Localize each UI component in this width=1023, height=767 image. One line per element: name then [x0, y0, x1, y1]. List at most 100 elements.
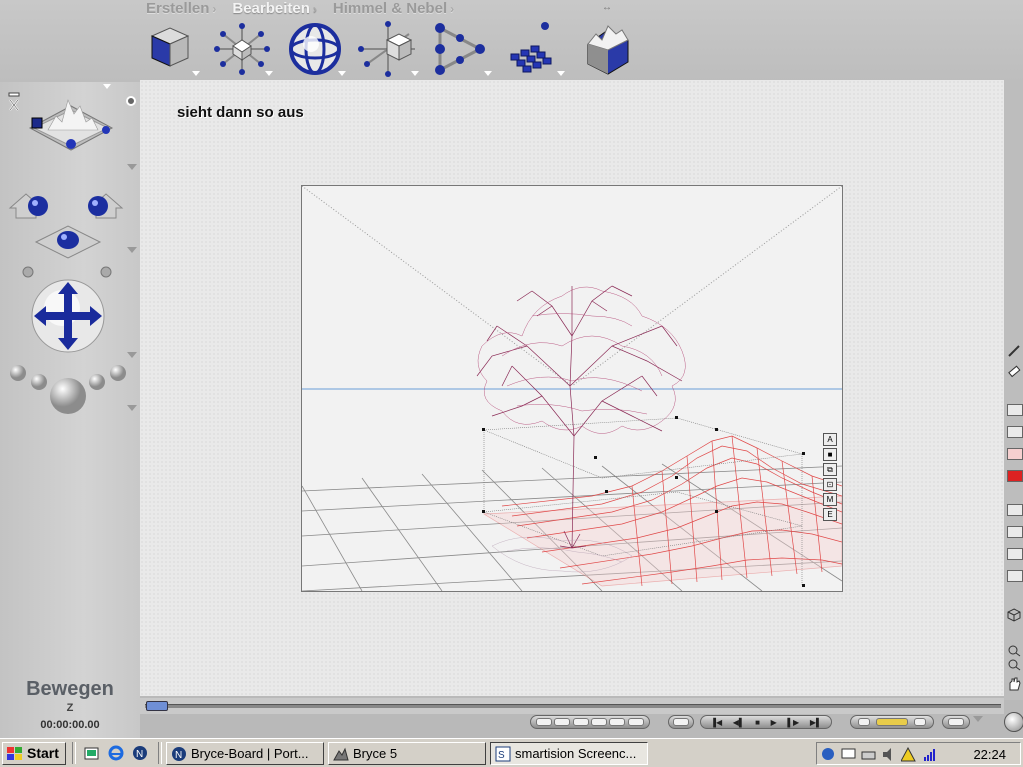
render-preview-button[interactable]: [1007, 404, 1023, 416]
tab-switch-icon[interactable]: ↔: [602, 2, 612, 13]
taskbar-divider: [72, 742, 76, 764]
timeline-scrubber[interactable]: [146, 701, 168, 711]
select-cube-tool[interactable]: [138, 20, 200, 78]
mode-label: Bewegen: [26, 678, 114, 700]
four-way-menu-arrow[interactable]: [127, 352, 137, 358]
brush-icon[interactable]: [1007, 344, 1021, 358]
shadow-mode-button[interactable]: [1007, 548, 1023, 560]
wireframe-mode-button[interactable]: [1007, 504, 1023, 516]
prev-frame-icon[interactable]: ◀▌: [733, 718, 745, 727]
svg-text:N: N: [175, 750, 182, 761]
depth-cue-button[interactable]: [1007, 526, 1023, 538]
remove-key-icon[interactable]: [914, 718, 926, 726]
signal-bars-icon[interactable]: [923, 747, 938, 762]
left-control-panel: Bewegen Z 00:00:00.00: [0, 0, 140, 738]
next-frame-icon[interactable]: ▌▶: [787, 718, 799, 727]
key-controls[interactable]: [850, 715, 934, 729]
edit-button[interactable]: E: [823, 508, 837, 521]
link-button[interactable]: ⧉: [823, 463, 837, 476]
task-smartision[interactable]: S smartision Screenc...: [490, 742, 648, 765]
stop-icon[interactable]: [1007, 470, 1023, 482]
reposition-icon: [358, 21, 415, 77]
camera-viewport[interactable]: A ■ ⧉ ⊡ M E: [301, 185, 843, 592]
eraser-icon[interactable]: [1007, 364, 1021, 378]
memory-dots[interactable]: [530, 715, 650, 729]
task-label: Bryce 5: [353, 746, 398, 761]
align-icon: [435, 23, 485, 75]
add-key-icon[interactable]: [858, 718, 870, 726]
advanced-motion-button[interactable]: [942, 715, 970, 729]
resize-tool[interactable]: [211, 20, 273, 78]
taskbar-divider: [158, 742, 162, 764]
timeline-track: [145, 704, 1001, 708]
animation-timeline[interactable]: [140, 698, 1004, 714]
tab-himmel-nebel[interactable]: Himmel & Nebel: [333, 0, 454, 18]
camera-trackball-icon[interactable]: [26, 92, 116, 164]
group-button[interactable]: ⊡: [823, 478, 837, 491]
download-button[interactable]: [1007, 570, 1023, 582]
top-toolbar: Erstellen Bearbeiten Himmel & Nebel ↔: [0, 0, 1023, 82]
attributes-button[interactable]: A: [823, 433, 837, 446]
move-controls-icon[interactable]: [6, 174, 130, 278]
material-button[interactable]: M: [823, 493, 837, 506]
scene-canvas[interactable]: sieht dann so aus A ■ ⧉ ⊡ M E: [140, 80, 1004, 696]
play-icon[interactable]: ▶: [771, 718, 777, 727]
svg-text:S: S: [498, 750, 505, 761]
view-option-icon[interactable]: [126, 96, 136, 106]
windows-taskbar: Start N N Bryce-Board | Port... Bryce 5 …: [0, 738, 1023, 767]
warning-icon[interactable]: [901, 747, 916, 762]
randomize-tool[interactable]: [503, 20, 565, 78]
terrain-icon: [587, 25, 629, 75]
move-menu-arrow[interactable]: [127, 247, 137, 253]
clock: 22:24: [973, 747, 1006, 762]
playback-controls: ▐◀ ◀▌ ■ ▶ ▌▶ ▶▌: [700, 715, 832, 729]
four-way-move-icon[interactable]: [28, 278, 108, 354]
director-chair-icon[interactable]: [8, 92, 20, 114]
resize-icon: [214, 23, 270, 75]
spheres-menu-arrow[interactable]: [127, 405, 137, 411]
last-frame-icon[interactable]: ▶▌: [810, 718, 822, 727]
timeline-menu-arrow[interactable]: [973, 716, 983, 722]
windows-logo-icon: [7, 747, 22, 760]
terrain-wireframe: [482, 435, 842, 587]
stop-playback-icon[interactable]: ■: [755, 718, 760, 727]
volume-icon[interactable]: [881, 747, 896, 762]
solid-button[interactable]: ■: [823, 448, 837, 461]
tab-bearbeiten[interactable]: Bearbeiten: [232, 0, 317, 18]
time-display: 00:00:00.00: [40, 719, 100, 731]
thumbnail-menu-arrow[interactable]: [103, 84, 111, 89]
rotate-tool[interactable]: [284, 20, 346, 78]
show-desktop-icon[interactable]: [84, 745, 100, 761]
monitor-icon[interactable]: [841, 747, 856, 762]
wireframe-scene: [302, 186, 842, 591]
trackball-menu-arrow[interactable]: [127, 164, 137, 170]
task-bryce-5[interactable]: Bryce 5: [328, 742, 486, 765]
screen-capture-icon: S: [495, 746, 511, 762]
align-tool[interactable]: [430, 20, 492, 78]
tab-erstellen[interactable]: Erstellen: [146, 0, 216, 18]
reposition-tool[interactable]: [357, 20, 419, 78]
view-cube-icon[interactable]: [1007, 608, 1021, 622]
terrain-editor-tool[interactable]: [576, 20, 638, 78]
task-bryce-board[interactable]: N Bryce-Board | Port...: [166, 742, 324, 765]
zoom-spheres-icon[interactable]: [8, 360, 128, 424]
rotate-sphere-icon: [289, 23, 341, 75]
key-icon[interactable]: [876, 718, 908, 726]
first-frame-icon[interactable]: ▐◀: [710, 718, 722, 727]
display-tools-strip: [1004, 80, 1023, 700]
red-record-icon[interactable]: [1007, 448, 1023, 460]
nano-preview-button[interactable]: [1007, 426, 1023, 438]
printer-icon[interactable]: [861, 747, 876, 762]
keyframe-button[interactable]: [668, 715, 694, 729]
system-tray: 22:24: [816, 742, 1021, 765]
edit-palette: [138, 20, 638, 78]
internet-explorer-icon[interactable]: [108, 745, 124, 761]
netscape-icon[interactable]: N: [132, 745, 148, 761]
zoom-out-icon[interactable]: [1007, 658, 1021, 671]
zoom-in-icon[interactable]: [1007, 644, 1021, 657]
globe-icon[interactable]: [1004, 712, 1023, 732]
network-icon[interactable]: [821, 747, 836, 762]
start-button[interactable]: Start: [2, 742, 66, 765]
netscape-icon: N: [172, 747, 186, 761]
pan-hand-icon[interactable]: [1007, 676, 1021, 692]
